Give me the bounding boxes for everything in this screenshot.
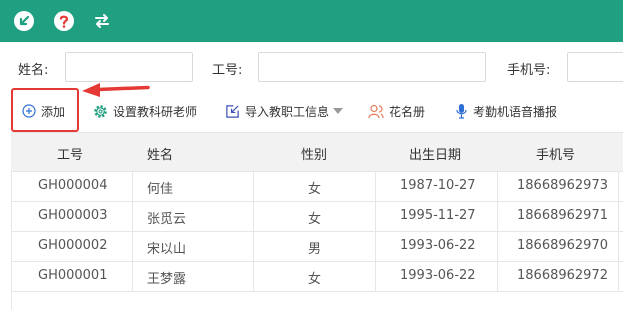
help-icon[interactable]	[54, 11, 74, 31]
cell-gender: 女	[308, 212, 322, 227]
cell-staff-id: GH000003	[38, 208, 108, 223]
user-group-icon	[368, 104, 384, 118]
voice-broadcast-button[interactable]: 考勤机语音播报	[455, 93, 557, 129]
gear-icon	[94, 104, 107, 118]
cell-phone: 18668962970	[517, 238, 608, 253]
roster-label: 花名册	[389, 104, 426, 119]
cell-staff-id: GH000004	[38, 178, 108, 193]
swap-icon[interactable]	[92, 11, 112, 31]
import-staff-button[interactable]: 导入教职工信息	[225, 93, 344, 129]
table-row[interactable]: GH000003 张觅云 女 1995-11-27 18668962971	[11, 202, 623, 232]
column-header-staff-id[interactable]: 工号	[57, 144, 83, 163]
name-label: 姓名:	[18, 63, 49, 78]
cell-birth-date: 1995-11-27	[400, 208, 476, 223]
import-staff-label: 导入教职工信息	[245, 104, 330, 119]
phone-label: 手机号:	[507, 63, 551, 78]
column-header-gender[interactable]: 性别	[301, 144, 327, 163]
highlight-box	[11, 88, 79, 132]
cell-staff-id: GH000002	[38, 238, 108, 253]
table-row[interactable]: GH000001 王梦露 女 1993-06-22 18668962972	[11, 262, 623, 292]
table-header: 工号 姓名 性别 出生日期 手机号	[11, 132, 623, 172]
cell-name: 张觅云	[147, 212, 187, 227]
grid-line	[618, 172, 619, 292]
cell-birth-date: 1987-10-27	[400, 178, 476, 193]
caret-down-icon	[333, 108, 344, 114]
cell-birth-date: 1993-06-22	[400, 268, 476, 283]
grid-line	[253, 172, 254, 292]
cell-name: 何佳	[147, 182, 174, 197]
cell-name: 宋以山	[147, 242, 187, 257]
cell-phone: 18668962971	[517, 208, 608, 223]
cell-phone: 18668962973	[517, 178, 608, 193]
cell-phone: 18668962972	[517, 268, 608, 283]
top-bar	[0, 0, 623, 42]
name-input[interactable]	[65, 52, 193, 82]
pointer-arrow-icon	[82, 83, 150, 97]
staff-id-input[interactable]	[258, 52, 486, 82]
column-header-birth-date[interactable]: 出生日期	[409, 144, 461, 163]
arrow-down-left-icon[interactable]	[14, 11, 34, 31]
table-row[interactable]: GH000004 何佳 女 1987-10-27 18668962973	[11, 172, 623, 202]
set-teacher-label: 设置教科研老师	[113, 104, 198, 119]
cell-gender: 女	[308, 182, 322, 197]
grid-line	[11, 172, 12, 310]
voice-broadcast-label: 考勤机语音播报	[473, 104, 558, 119]
roster-button[interactable]: 花名册	[368, 93, 425, 129]
cell-name: 王梦露	[147, 272, 187, 287]
phone-input[interactable]	[567, 52, 623, 82]
cell-staff-id: GH000001	[38, 268, 108, 283]
grid-line	[497, 172, 498, 292]
column-header-phone[interactable]: 手机号	[536, 144, 575, 163]
cell-gender: 男	[308, 242, 322, 257]
cell-birth-date: 1993-06-22	[400, 238, 476, 253]
microphone-icon	[456, 104, 467, 119]
staff-id-label: 工号:	[212, 63, 243, 78]
column-header-name[interactable]: 姓名	[147, 144, 173, 163]
cell-gender: 女	[308, 272, 322, 287]
grid-line	[375, 172, 376, 292]
import-icon	[226, 104, 239, 118]
table-row[interactable]: GH000002 宋以山 男 1993-06-22 18668962970	[11, 232, 623, 262]
grid-line	[132, 172, 133, 292]
